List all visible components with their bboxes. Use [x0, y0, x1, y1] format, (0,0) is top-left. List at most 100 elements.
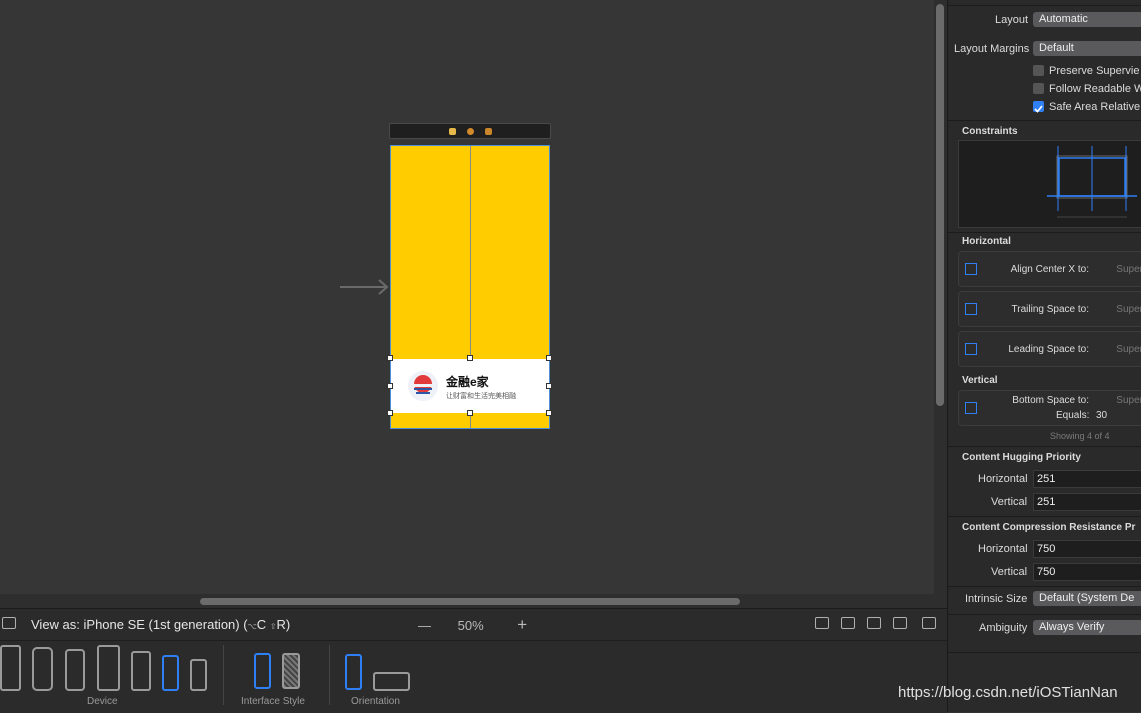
showing-count: Showing 4 of 4 [1050, 431, 1110, 441]
constraints-diagram-graphic [1047, 146, 1137, 218]
banner-image-view[interactable]: 金融e家 让财富和生活完美相融 [391, 359, 549, 413]
follow-readable-width-checkbox[interactable] [1033, 83, 1044, 94]
divider [948, 516, 1141, 517]
view-controller-icon[interactable] [449, 128, 456, 135]
constraints-section-title: Constraints [962, 126, 1018, 137]
canvas-vertical-scrollbar[interactable] [934, 0, 947, 608]
layout-margins-popup[interactable]: Default [1033, 41, 1141, 56]
storyboard-canvas[interactable]: 金融e家 让财富和生活完美相融 [0, 0, 934, 608]
shortcut-modifier-1: ⌥ [247, 622, 257, 631]
constraint-target: Superview [1116, 304, 1141, 315]
hugging-vertical-label: Vertical [991, 496, 1028, 508]
size-inspector-panel: Layout Automatic Layout Margins Default … [947, 0, 1141, 712]
device-iphone-4s-icon[interactable] [190, 659, 207, 691]
zoom-out-button[interactable]: — [418, 618, 440, 633]
divider [0, 640, 947, 641]
preserve-superview-margins-checkbox[interactable] [1033, 65, 1044, 76]
dark-appearance-icon[interactable] [282, 653, 300, 689]
device-iphone-plus-icon[interactable] [97, 645, 120, 691]
resize-handle[interactable] [546, 410, 552, 416]
horizontal-section-title: Horizontal [962, 236, 1011, 247]
divider [948, 232, 1141, 233]
hugging-vertical-field[interactable]: 251 [1033, 493, 1141, 511]
bottom-space-constraint[interactable]: Bottom Space to: Superview Equals: 30 [958, 390, 1141, 426]
resolve-auto-layout-icon[interactable] [893, 617, 907, 629]
iphone-scene-view[interactable]: 金融e家 让财富和生活完美相融 [390, 145, 550, 429]
resize-handle[interactable] [387, 383, 393, 389]
resize-handle[interactable] [467, 355, 473, 361]
resize-handle[interactable] [546, 355, 552, 361]
scroll-thumb[interactable] [936, 4, 944, 406]
resize-handle[interactable] [387, 355, 393, 361]
vertical-section-title: Vertical [962, 375, 998, 386]
device-iphone-max-icon[interactable] [32, 647, 53, 691]
intrinsic-size-popup[interactable]: Default (System De [1033, 591, 1141, 606]
device-iphone-x-icon[interactable] [65, 649, 85, 691]
divider [948, 446, 1141, 447]
leading-space-icon [965, 343, 977, 355]
constraint-target: Superview [1116, 395, 1141, 406]
constraint-label: Align Center X to: [1010, 264, 1089, 275]
divider [948, 614, 1141, 615]
zoom-controls: — 50% + [418, 615, 527, 635]
scroll-thumb[interactable] [200, 598, 740, 605]
device-iphone-se-icon[interactable] [162, 655, 179, 691]
compression-vertical-label: Vertical [991, 566, 1028, 578]
hugging-horizontal-field[interactable]: 251 [1033, 470, 1141, 488]
ambiguity-label: Ambiguity [979, 622, 1028, 634]
canvas-horizontal-scrollbar[interactable] [0, 594, 934, 608]
checkbox-label: Preserve Supervie [1049, 65, 1140, 77]
constraint-target: Superview [1116, 344, 1141, 355]
add-constraints-icon[interactable] [867, 617, 881, 629]
initial-view-controller-arrow [340, 279, 389, 295]
divider [223, 645, 224, 705]
constraint-target: Superview [1116, 264, 1141, 275]
resize-handle[interactable] [546, 383, 552, 389]
resize-handle[interactable] [467, 410, 473, 416]
brand-logo-icon [408, 371, 438, 401]
compression-horizontal-label: Horizontal [978, 543, 1028, 555]
exit-icon[interactable] [485, 128, 492, 135]
view-as-shortcut-close: ) [285, 617, 291, 632]
embed-in-icon[interactable] [922, 617, 936, 629]
ambiguity-popup[interactable]: Always Verify [1033, 620, 1141, 635]
leading-space-constraint[interactable]: Leading Space to: Superview [958, 331, 1141, 367]
checkbox-label: Safe Area Relative [1049, 101, 1141, 113]
orientation-group-label: Orientation [351, 696, 400, 707]
divider [948, 5, 1141, 6]
brand-title: 金融e家 [446, 375, 489, 389]
shortcut-letter-1: C [256, 617, 267, 632]
device-ipad-pro-icon[interactable] [0, 645, 21, 691]
resize-handle[interactable] [387, 410, 393, 416]
constraint-label: Leading Space to: [1008, 344, 1089, 355]
document-outline-toggle-icon[interactable] [2, 617, 16, 629]
compression-resistance-title: Content Compression Resistance Pr [962, 522, 1136, 533]
zoom-level[interactable]: 50% [458, 618, 498, 633]
light-appearance-icon[interactable] [254, 653, 271, 689]
compression-vertical-field[interactable]: 750 [1033, 563, 1141, 581]
divider [329, 645, 330, 705]
constraint-label: Bottom Space to: [1012, 395, 1089, 406]
compression-horizontal-field[interactable]: 750 [1033, 540, 1141, 558]
landscape-orientation-icon[interactable] [373, 672, 410, 691]
layout-margins-label: Layout Margins [954, 43, 1030, 55]
intrinsic-size-label: Intrinsic Size [965, 593, 1028, 605]
portrait-orientation-icon[interactable] [345, 654, 362, 690]
zoom-in-button[interactable]: + [517, 615, 527, 635]
divider [948, 652, 1141, 653]
constraints-diagram[interactable] [958, 140, 1141, 228]
checkbox-label: Follow Readable W [1049, 83, 1141, 95]
first-responder-icon[interactable] [467, 128, 474, 135]
view-as-device: View as: iPhone SE (1st generation) [31, 617, 240, 632]
trailing-space-constraint[interactable]: Trailing Space to: Superview [958, 291, 1141, 327]
align-icon[interactable] [841, 617, 855, 629]
align-center-x-constraint[interactable]: Align Center X to: Superview [958, 251, 1141, 287]
update-frames-icon[interactable] [815, 617, 829, 629]
device-group-label: Device [87, 696, 118, 707]
safe-area-relative-margins-checkbox[interactable] [1033, 101, 1044, 113]
constraint-label: Trailing Space to: [1011, 304, 1089, 315]
layout-popup[interactable]: Automatic [1033, 12, 1141, 27]
view-as-label[interactable]: View as: iPhone SE (1st generation) (⌥C … [31, 617, 290, 632]
scene-dock-bar[interactable] [389, 123, 551, 139]
device-iphone-8-icon[interactable] [131, 651, 151, 691]
